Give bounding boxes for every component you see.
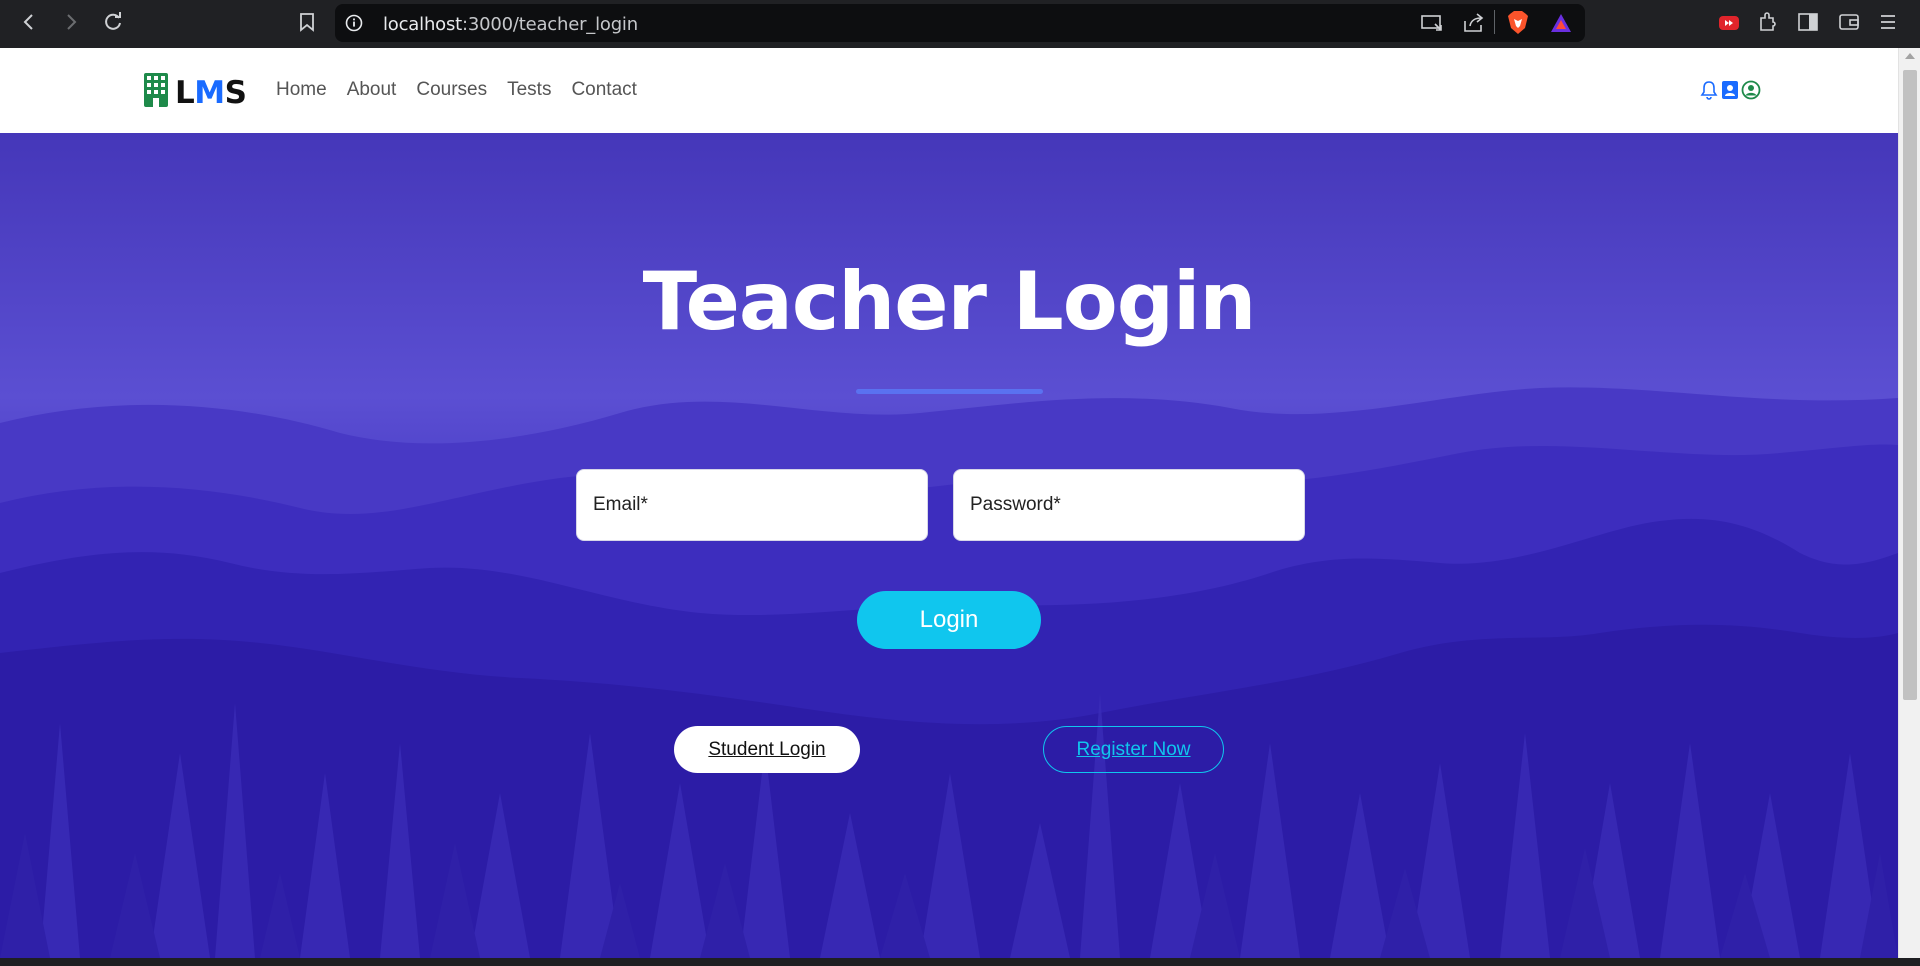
student-login-button[interactable]: Student Login [674,726,860,773]
omnibox-divider [1494,10,1495,34]
nav-home[interactable]: Home [276,79,327,101]
email-field[interactable] [577,470,927,540]
bookmark-icon[interactable] [294,9,320,35]
sidebar-icon[interactable] [1797,12,1819,32]
page-viewport: LMS Home About Courses Tests Contact Tea… [0,48,1898,958]
page-scrollbar[interactable] [1898,48,1920,958]
window-bottom-edge [0,958,1920,966]
nav-icon-group [1699,80,1762,105]
share-icon[interactable] [1462,12,1486,34]
teacher-badge-icon[interactable] [1720,80,1740,105]
password-field-box [953,469,1305,541]
nav-courses[interactable]: Courses [416,79,487,101]
login-button[interactable]: Login [857,591,1041,649]
extensions-icon[interactable] [1757,11,1779,33]
brand-text: LMS [175,74,247,111]
site-navbar: LMS Home About Courses Tests Contact [0,48,1898,133]
email-field-box [576,469,928,541]
browser-toolbar: localhost:3000/teacher_login [0,0,1920,48]
scrollbar-thumb[interactable] [1903,70,1917,700]
nav-links: Home About Courses Tests Contact [276,79,657,101]
nav-tests[interactable]: Tests [507,79,551,101]
nav-about[interactable]: About [347,79,397,101]
hero-section: Teacher Login Login Student Login Regist… [0,133,1898,958]
forward-icon[interactable] [58,9,84,35]
brave-rewards-icon[interactable] [1550,13,1572,33]
info-icon[interactable] [345,14,363,32]
scroll-up-icon[interactable] [1905,53,1915,59]
register-now-button[interactable]: Register Now [1043,726,1224,773]
title-underline [856,389,1043,394]
wallet-icon[interactable] [1838,12,1860,32]
page-title: Teacher Login [642,255,1257,348]
url-text[interactable]: localhost:3000/teacher_login [383,14,638,35]
brand-logo[interactable]: LMS [143,72,247,113]
reload-icon[interactable] [100,9,126,35]
address-bar[interactable]: localhost:3000/teacher_login [335,4,1585,42]
back-icon[interactable] [16,9,42,35]
cast-icon[interactable] [1420,12,1444,34]
user-circle-icon[interactable] [1741,80,1761,105]
brave-shield-icon[interactable] [1506,10,1530,36]
bell-icon[interactable] [1699,80,1719,105]
youtube-ext-icon[interactable] [1718,14,1740,32]
password-field[interactable] [954,470,1304,540]
menu-icon[interactable] [1879,13,1897,31]
building-icon [143,72,169,113]
nav-contact[interactable]: Contact [571,79,636,101]
